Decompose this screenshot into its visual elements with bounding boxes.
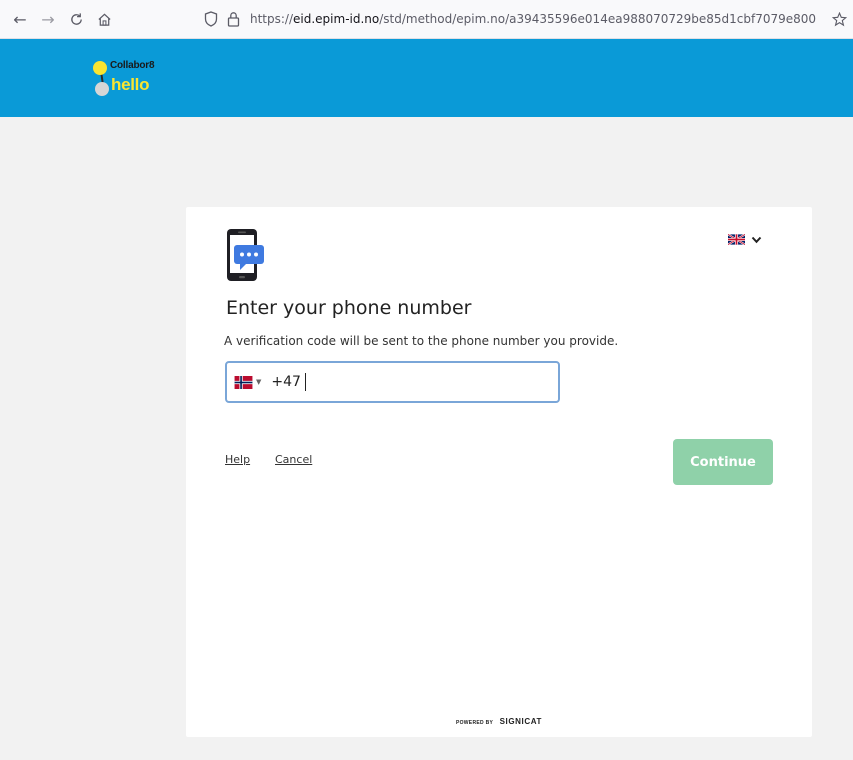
uk-flag-icon — [728, 234, 745, 245]
page-subtitle: A verification code will be sent to the … — [224, 334, 619, 348]
lock-icon[interactable] — [222, 11, 244, 27]
logo-dot-yellow — [93, 61, 107, 75]
url-text[interactable]: https://eid.epim-id.no/std/method/epim.n… — [250, 12, 816, 26]
language-selector[interactable] — [728, 234, 762, 245]
collabor8-logo[interactable]: Collabor8 hello — [93, 60, 183, 101]
phone-number-field[interactable]: ▼ +47 — [225, 361, 560, 403]
star-icon — [831, 11, 847, 26]
help-link[interactable]: Help — [225, 453, 250, 466]
powered-by-label: POWERED BY — [455, 720, 494, 726]
powered-by-signicat: POWERED BY SIGNICAT — [186, 711, 812, 729]
norway-flag-icon — [234, 375, 253, 389]
verification-card: Enter your phone number A verification c… — [186, 207, 812, 737]
chevron-down-icon — [751, 236, 762, 243]
shield-icon[interactable] — [200, 11, 222, 27]
page-title: Enter your phone number — [226, 297, 472, 319]
forward-button[interactable]: → — [34, 5, 62, 33]
url-path: /std/method/epim.no/a39435596e014ea98807… — [379, 12, 817, 26]
phone-chat-icon — [227, 229, 264, 281]
home-button[interactable] — [90, 5, 118, 33]
arrow-left-icon: ← — [13, 9, 27, 29]
reload-icon — [70, 12, 82, 25]
url-host: eid.epim-id.no — [293, 12, 380, 26]
address-bar[interactable]: https://eid.epim-id.no/std/method/epim.n… — [200, 5, 820, 33]
country-code-selector[interactable]: ▼ — [234, 375, 262, 389]
caret-down-icon: ▼ — [256, 378, 262, 386]
reload-button[interactable] — [62, 5, 90, 33]
logo-brand-name: Collabor8 — [110, 60, 155, 71]
home-icon — [97, 13, 111, 26]
back-button[interactable]: ← — [6, 5, 34, 33]
phone-value[interactable]: +47 — [271, 374, 301, 390]
continue-button[interactable]: Continue — [673, 439, 773, 485]
browser-toolbar: ← → https://eid.epim-id.no/std/method/ep… — [0, 0, 853, 39]
bookmark-button[interactable] — [827, 5, 851, 33]
text-cursor — [304, 373, 306, 391]
logo-brand-hello: hello — [111, 75, 150, 94]
url-prefix: https:// — [250, 12, 294, 26]
signicat-brand: SIGNICAT — [499, 717, 543, 726]
cancel-link[interactable]: Cancel — [275, 453, 312, 466]
site-header: Collabor8 hello — [0, 39, 853, 117]
arrow-right-icon: → — [41, 9, 55, 29]
logo-dot-grey — [95, 82, 109, 96]
